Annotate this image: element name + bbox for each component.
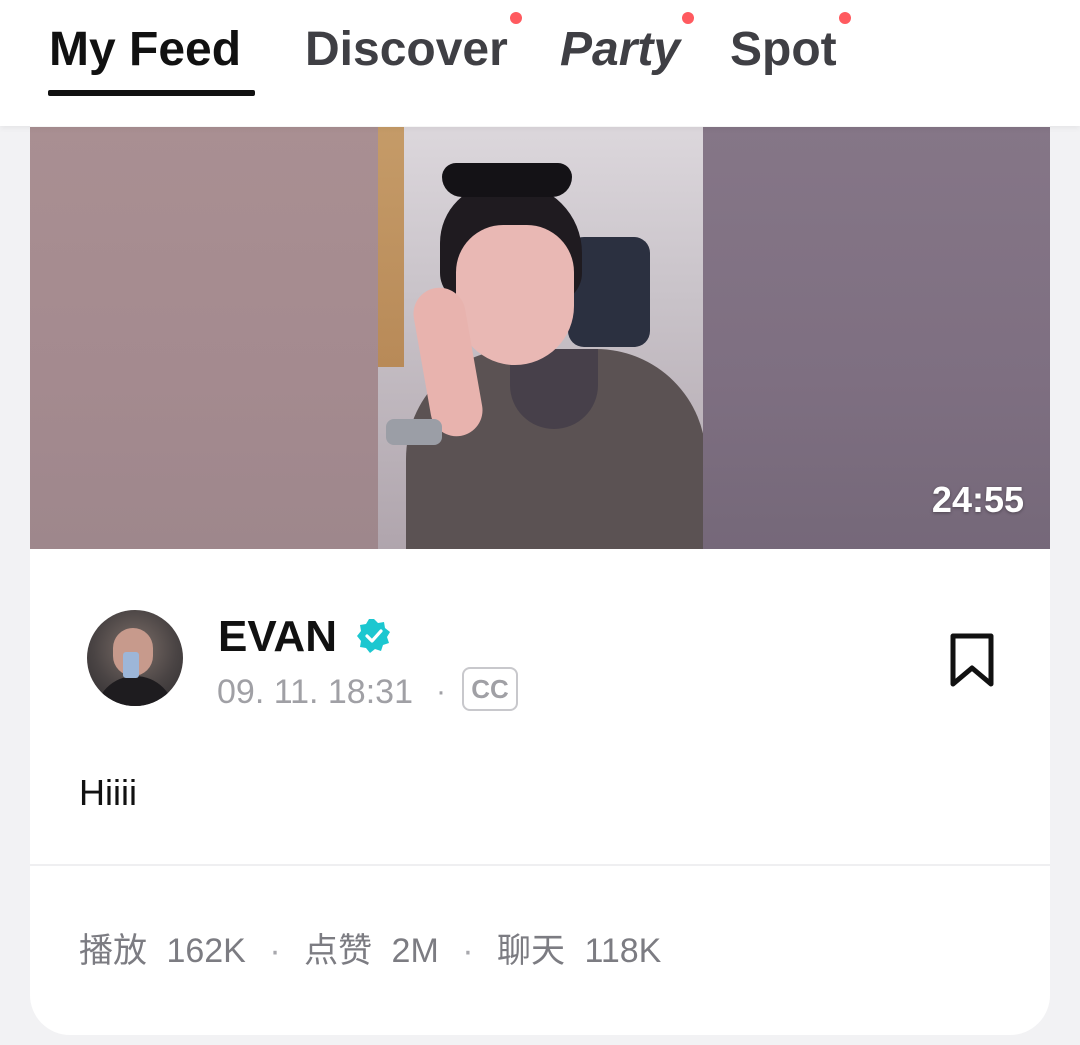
- tab-label: Party: [560, 23, 681, 76]
- plays-count: 162K: [166, 932, 246, 970]
- top-tab-bar: My Feed Discover Party Spot: [0, 0, 1080, 126]
- new-indicator-dot: [509, 12, 522, 24]
- card-divider: [30, 864, 1050, 866]
- video-duration: 24:55: [931, 479, 1024, 520]
- tab-party[interactable]: Party: [560, 12, 695, 78]
- active-tab-indicator: [48, 90, 255, 96]
- tab-label: Spot: [730, 23, 837, 76]
- post-card: 24:55 EVAN 09. 11. 18:31 · CC Hiiii 播放 1…: [30, 110, 1050, 1035]
- stats-separator: ·: [269, 932, 281, 970]
- post-timestamp: 09. 11. 18:31: [217, 673, 413, 711]
- post-caption: Hiiii: [79, 772, 137, 813]
- tab-label: My Feed: [49, 23, 242, 76]
- tab-spot[interactable]: Spot: [730, 12, 851, 78]
- video-frame-image: [378, 127, 703, 549]
- tab-my-feed[interactable]: My Feed: [49, 22, 241, 78]
- verified-badge-icon: [357, 619, 390, 653]
- post-stats: 播放 162K · 点赞 2M · 聊天 118K: [79, 930, 661, 972]
- closed-captions-badge: CC: [462, 667, 518, 711]
- likes-count: 2M: [391, 932, 439, 970]
- new-indicator-dot: [682, 12, 695, 24]
- author-name[interactable]: EVAN: [218, 612, 337, 662]
- video-thumbnail[interactable]: 24:55: [30, 127, 1050, 549]
- blurred-background-left: [30, 127, 378, 549]
- tab-discover[interactable]: Discover: [305, 12, 522, 78]
- new-indicator-dot: [838, 12, 851, 24]
- chats-count: 118K: [584, 932, 662, 970]
- chats-label: 聊天: [497, 932, 566, 970]
- stats-separator: ·: [462, 932, 474, 970]
- meta-separator: ·: [436, 675, 446, 708]
- avatar[interactable]: [87, 610, 183, 706]
- tab-label: Discover: [305, 23, 508, 76]
- likes-label: 点赞: [304, 932, 373, 970]
- bookmark-icon[interactable]: [945, 632, 999, 688]
- plays-label: 播放: [79, 932, 147, 970]
